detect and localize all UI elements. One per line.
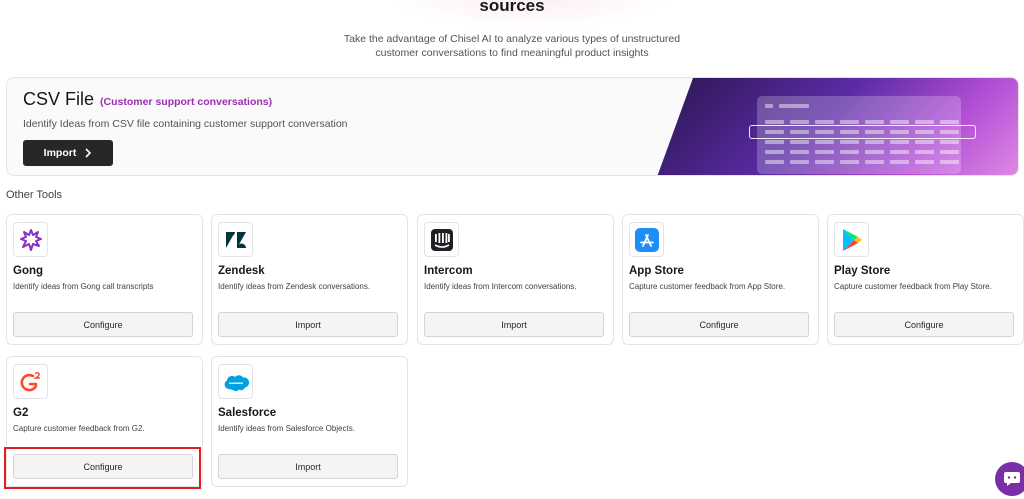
tool-name: Salesforce: [218, 407, 277, 419]
highlight-row-graphic: [749, 125, 976, 139]
tool-description: Capture customer feedback from App Store…: [629, 282, 786, 291]
tool-description: Capture customer feedback from G2.: [13, 424, 145, 433]
zendesk-import-button[interactable]: Import: [218, 312, 398, 337]
tool-description: Identify ideas from Intercom conversatio…: [424, 282, 577, 291]
salesforce-icon: [218, 364, 253, 399]
zendesk-icon: [218, 222, 253, 257]
csv-title-tag: (Customer support conversations): [100, 96, 273, 108]
intercom-icon: [424, 222, 459, 257]
chat-widget-button[interactable]: [995, 462, 1024, 496]
tool-card-app-store: App Store Capture customer feedback from…: [622, 214, 819, 345]
salesforce-import-button[interactable]: Import: [218, 454, 398, 479]
intercom-import-button[interactable]: Import: [424, 312, 604, 337]
tool-description: Identify ideas from Salesforce Objects.: [218, 424, 355, 433]
tool-name: Play Store: [834, 265, 891, 277]
subtitle-line-1: Take the advantage of Chisel AI to analy…: [343, 33, 681, 45]
tool-description: Identify ideas from Gong call transcript…: [13, 282, 154, 291]
csv-illustration: [657, 78, 1018, 175]
tool-name: Gong: [13, 265, 44, 277]
chevron-right-icon: [85, 148, 92, 158]
g2-icon: [13, 364, 48, 399]
csv-import-label: Import: [43, 147, 77, 159]
page-subtitle: Take the advantage of Chisel AI to analy…: [0, 32, 1024, 60]
tool-card-play-store: Play Store Capture customer feedback fro…: [827, 214, 1024, 345]
gong-icon: [13, 222, 48, 257]
tool-name: G2: [13, 407, 29, 419]
other-tools-label: Other Tools: [6, 189, 63, 201]
tool-description: Identify ideas from Zendesk conversation…: [218, 282, 371, 291]
highlight-box: [4, 447, 201, 489]
csv-file-banner: CSV File (Customer support conversations…: [6, 77, 1019, 176]
csv-title: CSV File (Customer support conversations…: [23, 89, 272, 110]
play-store-icon: [834, 222, 869, 257]
chat-bubble-icon: [1004, 472, 1020, 486]
tool-name: Intercom: [424, 265, 473, 277]
app-store-icon: [629, 222, 664, 257]
tool-name: Zendesk: [218, 265, 265, 277]
tool-card-gong: Gong Identify ideas from Gong call trans…: [6, 214, 203, 345]
tool-card-zendesk: Zendesk Identify ideas from Zendesk conv…: [211, 214, 408, 345]
subtitle-line-2: customer conversations to find meaningfu…: [375, 47, 649, 59]
tool-description: Capture customer feedback from Play Stor…: [834, 282, 992, 291]
tool-name: App Store: [629, 265, 684, 277]
app-store-configure-button[interactable]: Configure: [629, 312, 809, 337]
csv-import-button[interactable]: Import: [23, 140, 113, 166]
gong-configure-button[interactable]: Configure: [13, 312, 193, 337]
tool-card-intercom: Intercom Identify ideas from Intercom co…: [417, 214, 614, 345]
page-title: sources: [479, 0, 545, 15]
csv-description: Identify Ideas from CSV file containing …: [23, 118, 348, 130]
csv-title-text: CSV File: [23, 89, 95, 109]
tool-card-salesforce: Salesforce Identify ideas from Salesforc…: [211, 356, 408, 487]
play-store-configure-button[interactable]: Configure: [834, 312, 1014, 337]
